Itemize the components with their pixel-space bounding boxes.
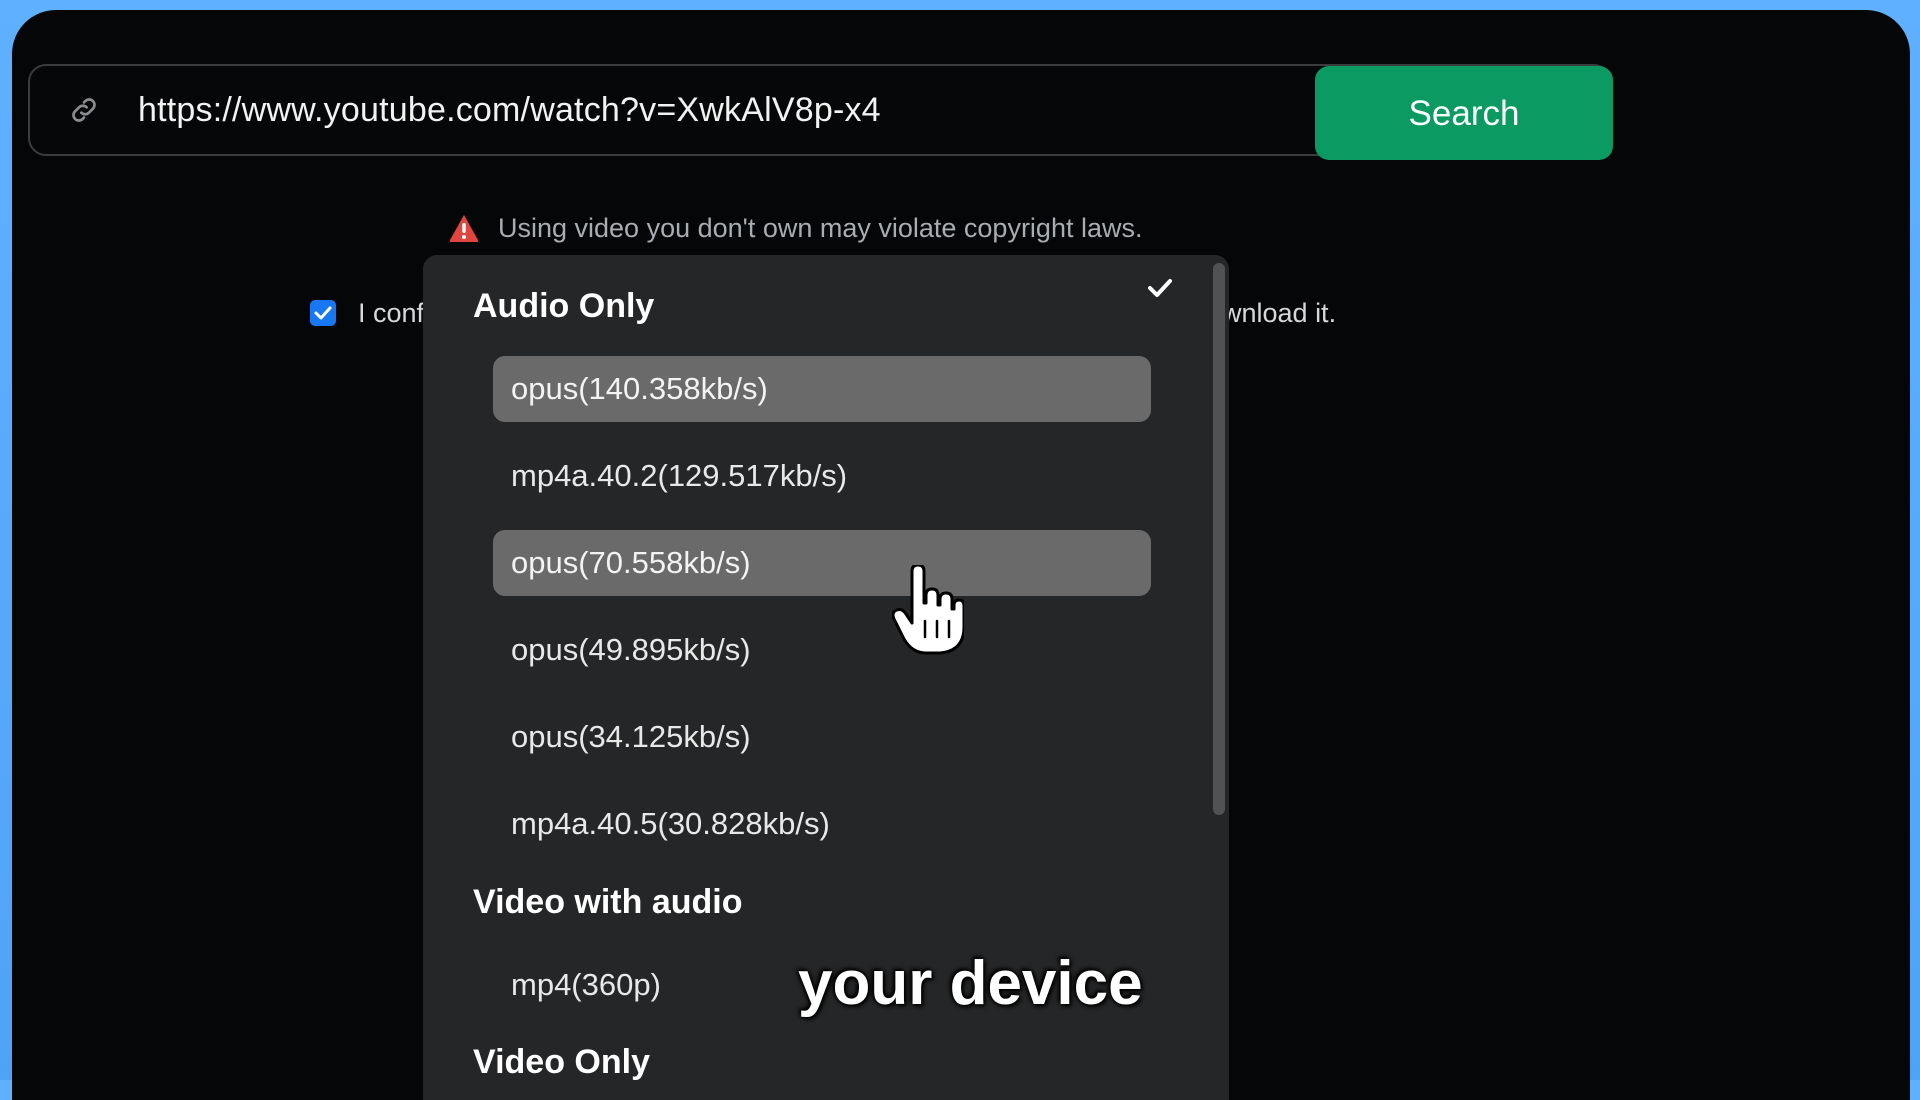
browser-window: https://www.youtube.com/watch?v=XwkAlV8p… — [12, 10, 1910, 1100]
confirm-checkbox[interactable] — [310, 300, 336, 326]
option-mp4a-129[interactable]: mp4a.40.2(129.517kb/s) — [493, 443, 1151, 509]
dropdown-scrollbar[interactable] — [1213, 263, 1225, 815]
option-opus-140[interactable]: opus(140.358kb/s) — [493, 356, 1151, 422]
video-subtitle: your device — [798, 949, 1143, 1018]
group-label-video-only: Video Only — [473, 1043, 650, 1081]
option-opus-70[interactable]: opus(70.558kb/s) — [493, 530, 1151, 596]
option-mp4a-30[interactable]: mp4a.40.5(30.828kb/s) — [493, 791, 1151, 857]
option-opus-34[interactable]: opus(34.125kb/s) — [493, 704, 1151, 770]
warning-text: Using video you don't own may violate co… — [498, 212, 1143, 243]
copyright-warning: Using video you don't own may violate co… — [448, 206, 1142, 250]
link-icon — [72, 98, 96, 122]
group-label-audio-only: Audio Only — [473, 287, 655, 325]
url-input[interactable]: https://www.youtube.com/watch?v=XwkAlV8p… — [138, 66, 881, 154]
checkbox-check-icon — [314, 306, 332, 320]
warning-icon — [449, 215, 479, 242]
group-label-video-with-audio: Video with audio — [473, 883, 743, 921]
confirm-text-end: wnload it. — [1222, 298, 1337, 328]
confirm-row: I conf — [310, 293, 424, 333]
option-opus-49[interactable]: opus(49.895kb/s) — [493, 617, 1151, 683]
confirm-text: I conf — [358, 297, 425, 328]
check-icon — [1148, 279, 1172, 297]
hand-pointer-icon — [892, 565, 964, 655]
search-button[interactable]: Search — [1315, 66, 1613, 160]
